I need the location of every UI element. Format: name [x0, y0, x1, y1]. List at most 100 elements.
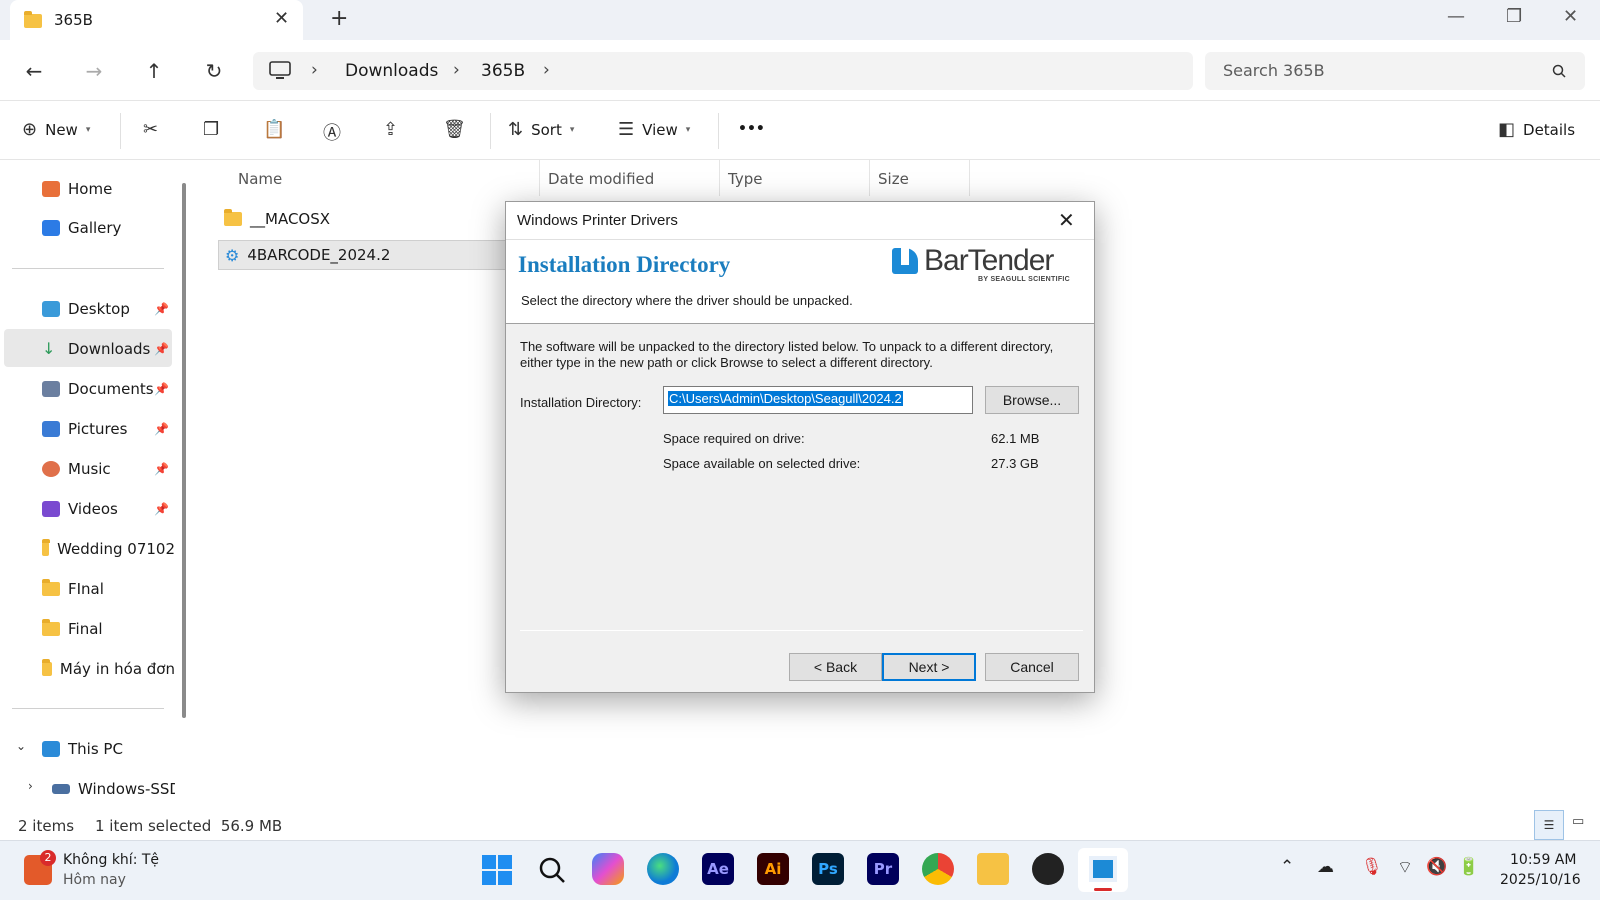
column-header-name[interactable]: Name: [238, 168, 282, 200]
breadcrumb-downloads[interactable]: Downloads: [345, 61, 438, 81]
nav-folder-label: Wedding 07102: [57, 540, 175, 558]
battery-icon[interactable]: 🔋: [1458, 857, 1479, 877]
next-button[interactable]: Next >: [882, 653, 976, 681]
column-divider[interactable]: [869, 160, 870, 196]
file-row[interactable]: __MACOSX: [218, 204, 508, 234]
nav-folder-label: Final: [68, 620, 103, 638]
clock-date[interactable]: 2025/10/16: [1500, 872, 1581, 888]
tiles-view-icon[interactable]: ▭: [1572, 814, 1584, 829]
chevron-down-icon[interactable]: ⌄: [16, 739, 26, 753]
column-divider[interactable]: [539, 160, 540, 196]
file-explorer-icon[interactable]: [977, 853, 1009, 885]
nav-folder-wedding[interactable]: Wedding 07102: [42, 535, 175, 563]
back-button[interactable]: < Back: [789, 653, 882, 681]
cut-button[interactable]: ✂: [143, 119, 158, 140]
minimize-button[interactable]: —: [1447, 6, 1465, 27]
copilot-icon[interactable]: [592, 853, 624, 885]
dialog-subheading: Select the directory where the driver sh…: [521, 293, 853, 308]
microphone-icon[interactable]: 🎙: [1361, 857, 1383, 877]
install-dir-input[interactable]: C:\Users\Admin\Desktop\Seagull\2024.2: [663, 386, 973, 414]
file-name: __MACOSX: [250, 210, 331, 228]
computer-icon: [42, 741, 60, 757]
nav-folder-may-in[interactable]: Máy in hóa đơn: [42, 655, 175, 683]
premiere-icon[interactable]: Pr: [867, 853, 899, 885]
share-button[interactable]: ⇪: [383, 119, 398, 140]
volume-muted-icon[interactable]: 🔇: [1426, 857, 1447, 877]
chevron-down-icon: ▾: [685, 124, 691, 135]
desktop-icon: [42, 301, 60, 317]
browse-button[interactable]: Browse...: [985, 386, 1079, 414]
close-window-button[interactable]: ✕: [1563, 6, 1578, 27]
nav-this-pc[interactable]: This PC: [42, 735, 175, 763]
tab-365b[interactable]: 365B ✕: [10, 0, 303, 40]
chevron-right-icon[interactable]: ›: [543, 60, 550, 80]
weather-title[interactable]: Không khí: Tệ: [63, 852, 159, 868]
pin-icon: 📌: [154, 462, 169, 476]
rename-icon: Ⓐ: [323, 123, 341, 144]
up-button[interactable]: ↑: [139, 56, 169, 86]
restore-button[interactable]: ❐: [1506, 6, 1522, 27]
tab-close-icon[interactable]: ✕: [274, 8, 289, 29]
column-header-date[interactable]: Date modified: [548, 168, 654, 200]
delete-button[interactable]: 🗑: [443, 119, 466, 140]
nav-scrollbar[interactable]: [182, 183, 186, 718]
start-windows-icon[interactable]: [482, 855, 512, 885]
music-icon: [42, 461, 60, 477]
sort-button[interactable]: ⇅ Sort ▾: [508, 119, 574, 140]
nav-home[interactable]: Home: [42, 175, 175, 203]
search-icon[interactable]: [538, 856, 566, 884]
details-button[interactable]: ◧ Details: [1498, 119, 1575, 140]
column-header-size[interactable]: Size: [878, 168, 909, 200]
clock-time[interactable]: 10:59 AM: [1510, 852, 1576, 868]
dialog-close-icon[interactable]: ✕: [1058, 208, 1075, 233]
nav-folder-final-1[interactable]: FInal: [42, 575, 175, 603]
nav-downloads-label: Downloads: [68, 340, 151, 358]
folder-icon: [42, 659, 52, 676]
chevron-down-icon: ▾: [569, 124, 575, 135]
after-effects-icon[interactable]: Ae: [702, 853, 734, 885]
cancel-button[interactable]: Cancel: [985, 653, 1079, 681]
back-button[interactable]: ←: [19, 56, 49, 86]
new-button[interactable]: ⊕ New ▾: [22, 119, 90, 140]
sort-icon: ⇅: [508, 119, 524, 140]
edge-icon[interactable]: [647, 853, 679, 885]
chevron-up-icon[interactable]: ⌃: [1280, 857, 1294, 877]
video-icon: [42, 501, 60, 517]
view-button[interactable]: ☰ View ▾: [618, 119, 690, 140]
breadcrumb-365b[interactable]: 365B: [481, 61, 525, 81]
illustrator-icon[interactable]: Ai: [757, 853, 789, 885]
brand-tagline: BY SEAGULL SCIENTIFIC: [978, 276, 1070, 283]
search-placeholder: Search 365B: [1223, 61, 1325, 80]
nav-documents-label: Documents: [68, 380, 154, 398]
wifi-icon[interactable]: ⌔: [1397, 857, 1413, 878]
app-icon[interactable]: [1032, 853, 1064, 885]
dialog-header: Installation Directory Select the direct…: [506, 240, 1094, 324]
paste-button[interactable]: 📋: [263, 119, 285, 140]
forward-button[interactable]: →: [79, 56, 109, 86]
gallery-icon: [42, 220, 60, 236]
column-divider[interactable]: [719, 160, 720, 196]
refresh-button[interactable]: ↻: [199, 56, 229, 86]
command-bar: ⊕ New ▾ ✂ ❐ 📋 Ⓐ ⇪ 🗑 ⇅ Sort ▾ ☰ View ▾ ••…: [0, 100, 1600, 160]
nav-drive[interactable]: Windows-SSD: [52, 775, 175, 803]
file-row-selected[interactable]: ⚙ 4BARCODE_2024.2: [218, 240, 508, 270]
column-divider[interactable]: [969, 160, 970, 196]
installer-taskbar-button[interactable]: [1078, 848, 1128, 892]
nav-gallery[interactable]: Gallery: [42, 214, 175, 242]
cloud-off-icon[interactable]: ☁: [1317, 857, 1334, 877]
nav-folder-final-2[interactable]: Final: [42, 615, 175, 643]
details-view-icon[interactable]: ☰: [1534, 810, 1564, 840]
copy-button[interactable]: ❐: [203, 119, 219, 140]
chevron-right-icon[interactable]: ›: [28, 779, 33, 793]
rename-button[interactable]: Ⓐ: [323, 119, 341, 145]
photoshop-icon[interactable]: Ps: [812, 853, 844, 885]
more-options-button[interactable]: •••: [738, 121, 765, 137]
address-bar[interactable]: › Downloads › 365B ›: [253, 52, 1193, 90]
column-header-type[interactable]: Type: [728, 168, 762, 200]
chrome-icon[interactable]: [922, 853, 954, 885]
pin-icon: 📌: [154, 382, 169, 396]
computer-icon: [269, 61, 291, 79]
folder-icon: [42, 579, 60, 596]
search-input[interactable]: Search 365B: [1205, 52, 1585, 90]
new-tab-button[interactable]: +: [330, 6, 348, 31]
